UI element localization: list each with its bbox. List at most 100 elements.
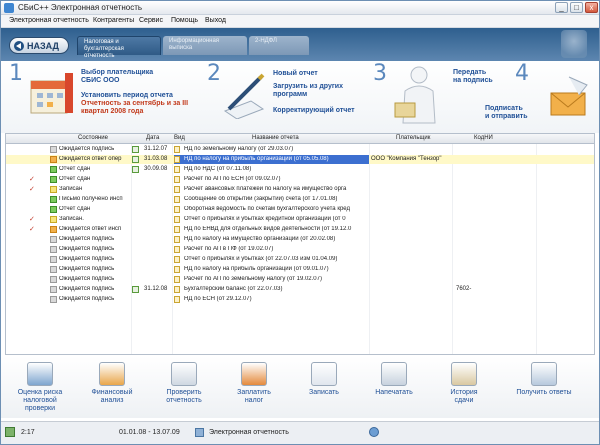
link-text: программ: [273, 91, 308, 98]
menu-exit[interactable]: Выход: [205, 17, 226, 24]
table-row[interactable]: Отчет сдан 30.09.08 НД по НДС (от 07.11.08…: [6, 165, 594, 174]
report-type-icon: [174, 276, 180, 283]
maximize-button[interactable]: □: [570, 2, 583, 13]
inbox-icon: [531, 362, 557, 386]
select-payer-link[interactable]: Выбор плательщика СБИС ООО: [81, 69, 153, 85]
report-type-icon: [174, 216, 180, 223]
table-row[interactable]: Ожидается подпись 31.12.08 Бухгалтерский б…: [6, 285, 594, 294]
cell-report-name: НД по НДС (от 07.11.08): [184, 166, 252, 172]
app-window: СБиС++ Электронная отчетность _ □ x Элек…: [0, 0, 600, 445]
cell-date: 31.12.07: [144, 146, 168, 152]
title-bar: СБиС++ Электронная отчетность _ □ x: [1, 1, 599, 15]
table-row[interactable]: Ожидается ответ опер 31.03.08 НД по налогу…: [6, 155, 594, 164]
risk-assessment-button[interactable]: Оценка риска налоговой проверки: [9, 362, 71, 416]
check-mark-icon: ✓: [29, 226, 35, 233]
status-icon: [50, 226, 57, 233]
check-mark-icon: ✓: [29, 216, 35, 223]
send-to-sign-link[interactable]: Передать на подпись: [453, 69, 493, 85]
financial-analysis-button[interactable]: Финансовый анализ: [81, 362, 143, 416]
pay-tax-button[interactable]: Заплатить налог: [223, 362, 285, 416]
document-icon: [132, 146, 139, 153]
save-button[interactable]: Записать: [293, 362, 355, 416]
column-header-date[interactable]: Дата: [146, 135, 159, 141]
table-row[interactable]: Ожидается подпись 31.12.07 НД по земельном…: [6, 145, 594, 154]
report-type-icon: [174, 146, 180, 153]
column-header-name[interactable]: Название отчета: [252, 135, 299, 141]
envelope-icon: [550, 76, 588, 116]
table-row[interactable]: ✓ Записан. Отчет о прибылях и убытках кред…: [6, 215, 594, 224]
table-row[interactable]: ✓ Отчет сдан Расчет по АП по ЕСН (от 09.02…: [6, 175, 594, 184]
table-row[interactable]: Ожидается подпись НД по налогу на имущест…: [6, 235, 594, 244]
column-header-payer[interactable]: Плательщик: [396, 135, 430, 141]
toolbar-label-line: отчетность: [166, 397, 202, 404]
cell-report-name: НД по ЕНВД для отдельных видов деятельно…: [184, 226, 352, 232]
table-row[interactable]: Ожидается подпись Расчет по АП в ПФ (от 1…: [6, 245, 594, 254]
module-icon: [195, 428, 204, 437]
cell-date: 31.03.08: [144, 156, 168, 162]
print-button[interactable]: Напечатать: [363, 362, 425, 416]
menu-service[interactable]: Сервис: [139, 17, 163, 24]
cell-report-name: Расчет по АП по ЕСН (от 09.02.07): [184, 176, 281, 182]
connection-icon: [5, 427, 15, 437]
cell-report-name: НД по ЕСН (от 29.12.07): [184, 296, 252, 302]
cell-date: 31.12.08: [144, 286, 168, 292]
tab-label: Информационная: [169, 38, 220, 44]
header-band: НАЗАД Налоговая и бухгалтерская отчетнос…: [1, 28, 599, 61]
table-row[interactable]: Ожидается подпись Расчет по АП по земельн…: [6, 275, 594, 284]
app-icon: [4, 3, 14, 13]
tab-info-extract[interactable]: Информационная выписка: [163, 36, 247, 55]
check-mark-icon: ✓: [29, 186, 35, 193]
link-text: Установить период отчета: [81, 92, 173, 99]
new-report-link[interactable]: Новый отчет: [273, 70, 318, 78]
menu-counterparties[interactable]: Контрагенты: [93, 17, 134, 24]
close-button[interactable]: x: [585, 2, 598, 13]
status-bar: 2:17 01.01.08 - 13.07.09 Электронная отч…: [1, 421, 599, 444]
menu-electronic-reporting[interactable]: Электронная отчетность: [9, 17, 89, 24]
status-period: 01.01.08 - 13.07.09: [119, 429, 180, 436]
table-row[interactable]: Ожидается подпись НД по ЕСН (от 29.12.07): [6, 295, 594, 304]
table-row[interactable]: Письмо получено инсп Сообщение об открыти…: [6, 195, 594, 204]
back-button[interactable]: НАЗАД: [9, 37, 69, 54]
step-number: 4: [515, 61, 529, 86]
get-replies-button[interactable]: Получить ответы: [513, 362, 575, 416]
cell-report-name: Расчет авансовых платежей по налогу на и…: [184, 186, 347, 192]
document-icon: [132, 156, 139, 163]
payment-icon: [241, 362, 267, 386]
table-row[interactable]: Ожидается подпись Отчет о прибылях и убыт…: [6, 255, 594, 264]
toolbar-label-line: сдачи: [454, 397, 474, 404]
sign-and-send-link[interactable]: Подписать и отправить: [485, 105, 528, 121]
column-header-status[interactable]: Состояние: [78, 135, 108, 141]
link-text: Подписать: [485, 105, 523, 112]
history-button[interactable]: История сдачи: [433, 362, 495, 416]
column-header-kdni[interactable]: КодНИ: [474, 135, 493, 141]
status-icon: [50, 266, 57, 273]
person-icon: [394, 66, 436, 124]
column-header-view[interactable]: Вид: [174, 135, 185, 141]
toolbar-label: Оценка риска налоговой проверки: [9, 389, 71, 413]
set-period-link[interactable]: Установить период отчета Отчетность за с…: [81, 92, 188, 116]
table-row[interactable]: Ожидается подпись НД по налогу на прибыль…: [6, 265, 594, 274]
cell-report-name: Расчет по АП в ПФ (от 19.02.07): [184, 246, 274, 252]
step-number: 2: [207, 61, 221, 86]
status-icon: [50, 156, 57, 163]
correcting-report-link[interactable]: Корректирующий отчет: [273, 107, 355, 115]
tab-tax-reporting[interactable]: Налоговая и бухгалтерская отчетность: [77, 36, 161, 59]
report-type-icon: [174, 226, 180, 233]
link-text: и отправить: [485, 113, 528, 120]
check-mark-icon: ✓: [29, 176, 35, 183]
status-icon: [50, 166, 57, 173]
table-row[interactable]: ✓ Ожидается ответ инсп НД по ЕНВД для отде…: [6, 225, 594, 234]
table-row[interactable]: ✓ Записан Расчет авансовых платежей по нал…: [6, 185, 594, 194]
minimize-button[interactable]: _: [555, 2, 568, 13]
check-reports-button[interactable]: Проверить отчетность: [153, 362, 215, 416]
table-row[interactable]: Отчет сдан Оборотная ведомость по счетам …: [6, 205, 594, 214]
load-from-programs-link[interactable]: Загрузить из других программ: [273, 83, 343, 99]
emblem-icon: [561, 30, 587, 58]
tab-2ndfl[interactable]: 2-НДФЛ: [249, 36, 309, 55]
cell-report-name: Отчет о прибылях и убытках (от 22.07.03 …: [184, 256, 338, 262]
toolbar-label-line: налог: [244, 397, 264, 404]
document-icon: [132, 286, 139, 293]
cell-status: Ожидается подпись: [59, 296, 115, 302]
menu-help[interactable]: Помощь: [171, 17, 198, 24]
toolbar-label-line: Оценка риска: [17, 389, 63, 396]
